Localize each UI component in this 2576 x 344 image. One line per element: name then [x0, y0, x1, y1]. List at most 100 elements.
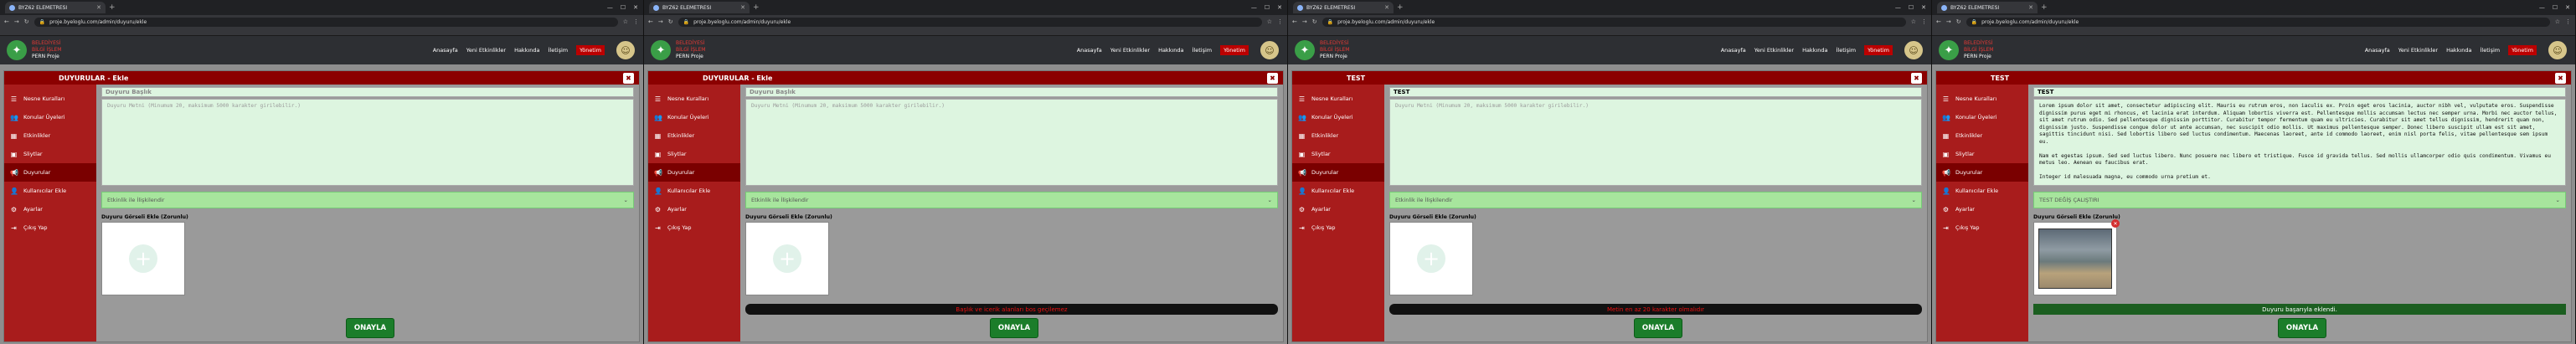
- new-tab-icon[interactable]: +: [2041, 3, 2048, 12]
- nav-admin[interactable]: Yönetim: [576, 45, 605, 55]
- confirm-button[interactable]: ONAYLA: [990, 318, 1038, 338]
- star-icon[interactable]: ☆: [2555, 18, 2560, 25]
- address-bar[interactable]: 🔒 proje.byeloglu.com/admin/duyuru/ekle: [1965, 17, 2550, 27]
- close-icon[interactable]: ✖: [1911, 72, 1922, 84]
- new-tab-icon[interactable]: +: [1397, 3, 1404, 12]
- nav-admin[interactable]: Yönetim: [2508, 45, 2537, 55]
- avatar[interactable]: ☺: [1903, 39, 1924, 61]
- logo-icon[interactable]: ✦: [1939, 40, 1959, 60]
- image-upload[interactable]: +: [101, 222, 185, 295]
- sidebar-item-rules[interactable]: ☰ Nesne Kuralları: [4, 90, 96, 108]
- menu-icon[interactable]: ⋮: [633, 18, 639, 25]
- nav-about[interactable]: Hakkında: [514, 47, 539, 54]
- back-icon[interactable]: ←: [4, 18, 9, 25]
- nav-home[interactable]: Anasayfa: [1077, 47, 1102, 54]
- logo-icon[interactable]: ✦: [1295, 40, 1315, 60]
- nav-events[interactable]: Yeni Etkinlikler: [1110, 47, 1150, 54]
- new-tab-icon[interactable]: +: [109, 3, 116, 12]
- title-input[interactable]: Duyuru Başlık: [745, 87, 1278, 97]
- sidebar-item-settings[interactable]: ⚙ Ayarlar: [1292, 200, 1384, 218]
- confirm-button[interactable]: ONAYLA: [2278, 318, 2326, 338]
- sidebar-item-logout[interactable]: ⇥ Çıkış Yap: [648, 218, 740, 237]
- browser-tab[interactable]: BYZ62 ELEMETRESI ✕: [1937, 2, 2038, 13]
- image-upload[interactable]: ✕: [2033, 219, 2120, 295]
- close-window-icon[interactable]: ✕: [1921, 4, 1926, 11]
- logo-icon[interactable]: ✦: [7, 40, 27, 60]
- nav-events[interactable]: Yeni Etkinlikler: [2398, 47, 2438, 54]
- browser-tab[interactable]: BYZ62 ELEMETRESI ✕: [1293, 2, 1394, 13]
- sidebar-item-announcements[interactable]: 📢 Duyurular: [1936, 163, 2028, 182]
- sidebar-item-events[interactable]: ▦ Etkinlikler: [648, 126, 740, 145]
- sidebar-item-add-user[interactable]: 👤 Kullanıcılar Ekle: [1936, 182, 2028, 200]
- new-tab-icon[interactable]: +: [753, 3, 760, 12]
- reload-icon[interactable]: ↻: [1312, 18, 1317, 25]
- forward-icon[interactable]: →: [658, 18, 663, 25]
- nav-contact[interactable]: İletişim: [2481, 47, 2501, 54]
- nav-events[interactable]: Yeni Etkinlikler: [466, 47, 506, 54]
- nav-home[interactable]: Anasayfa: [2365, 47, 2390, 54]
- avatar[interactable]: ☺: [615, 39, 636, 61]
- event-select[interactable]: Etkinlik ile İlişkilendir ⌄: [101, 192, 634, 208]
- close-window-icon[interactable]: ✕: [633, 4, 638, 11]
- nav-events[interactable]: Yeni Etkinlikler: [1754, 47, 1794, 54]
- sidebar-item-members[interactable]: 👥 Konular Üyeleri: [648, 108, 740, 126]
- sidebar-item-members[interactable]: 👥 Konular Üyeleri: [1936, 108, 2028, 126]
- nav-home[interactable]: Anasayfa: [433, 47, 458, 54]
- text-input[interactable]: Lorem ipsum dolor sit amet, consectetur …: [2033, 99, 2566, 186]
- nav-about[interactable]: Hakkında: [1158, 47, 1183, 54]
- sidebar-item-rules[interactable]: ☰ Nesne Kuralları: [1292, 90, 1384, 108]
- sidebar-item-add-user[interactable]: 👤 Kullanıcılar Ekle: [648, 182, 740, 200]
- star-icon[interactable]: ☆: [1267, 18, 1272, 25]
- sidebar-item-settings[interactable]: ⚙ Ayarlar: [648, 200, 740, 218]
- avatar[interactable]: ☺: [2547, 39, 2568, 61]
- sidebar-item-announcements[interactable]: 📢 Duyurular: [1292, 163, 1384, 182]
- sidebar-item-events[interactable]: ▦ Etkinlikler: [4, 126, 96, 145]
- maximize-icon[interactable]: ☐: [2553, 4, 2558, 11]
- title-input[interactable]: TEST: [1389, 87, 1922, 97]
- reload-icon[interactable]: ↻: [24, 18, 29, 25]
- forward-icon[interactable]: →: [14, 18, 19, 25]
- title-input[interactable]: TEST: [2033, 87, 2566, 97]
- close-tab-icon[interactable]: ✕: [1384, 4, 1389, 11]
- forward-icon[interactable]: →: [1946, 18, 1951, 25]
- star-icon[interactable]: ☆: [623, 18, 628, 25]
- image-upload[interactable]: +: [745, 222, 829, 295]
- nav-admin[interactable]: Yönetim: [1220, 45, 1249, 55]
- back-icon[interactable]: ←: [1292, 18, 1297, 25]
- confirm-button[interactable]: ONAYLA: [346, 318, 394, 338]
- back-icon[interactable]: ←: [1936, 18, 1941, 25]
- sidebar-item-events[interactable]: ▦ Etkinlikler: [1292, 126, 1384, 145]
- sidebar-item-members[interactable]: 👥 Konular Üyeleri: [4, 108, 96, 126]
- title-input[interactable]: Duyuru Başlık: [101, 87, 634, 97]
- event-select[interactable]: Etkinlik ile İlişkilendir ⌄: [745, 192, 1278, 208]
- maximize-icon[interactable]: ☐: [1265, 4, 1270, 11]
- sidebar-item-settings[interactable]: ⚙ Ayarlar: [4, 200, 96, 218]
- sidebar-item-events[interactable]: ▦ Etkinlikler: [1936, 126, 2028, 145]
- star-icon[interactable]: ☆: [1911, 18, 1916, 25]
- sidebar-item-slides[interactable]: ▣ Sliytlar: [4, 145, 96, 163]
- nav-about[interactable]: Hakkında: [1802, 47, 1827, 54]
- minimize-icon[interactable]: —: [1251, 4, 1257, 11]
- reload-icon[interactable]: ↻: [668, 18, 673, 25]
- close-icon[interactable]: ✖: [623, 72, 634, 84]
- menu-icon[interactable]: ⋮: [1921, 18, 1927, 25]
- remove-image-icon[interactable]: ✕: [2111, 219, 2120, 228]
- nav-admin[interactable]: Yönetim: [1864, 45, 1893, 55]
- nav-contact[interactable]: İletişim: [549, 47, 569, 54]
- address-bar[interactable]: 🔒 proje.byeloglu.com/admin/duyuru/ekle: [1321, 17, 1906, 27]
- sidebar-item-slides[interactable]: ▣ Sliytlar: [1936, 145, 2028, 163]
- nav-home[interactable]: Anasayfa: [1721, 47, 1746, 54]
- maximize-icon[interactable]: ☐: [1909, 4, 1914, 11]
- confirm-button[interactable]: ONAYLA: [1634, 318, 1682, 338]
- sidebar-item-slides[interactable]: ▣ Sliytlar: [648, 145, 740, 163]
- sidebar-item-logout[interactable]: ⇥ Çıkış Yap: [4, 218, 96, 237]
- close-tab-icon[interactable]: ✕: [2028, 4, 2033, 11]
- sidebar-item-announcements[interactable]: 📢 Duyurular: [648, 163, 740, 182]
- sidebar-item-add-user[interactable]: 👤 Kullanıcılar Ekle: [1292, 182, 1384, 200]
- text-input[interactable]: Duyuru Metni (Minumum 20, maksimum 5000 …: [1389, 99, 1922, 186]
- close-icon[interactable]: ✖: [1267, 72, 1278, 84]
- menu-icon[interactable]: ⋮: [2565, 18, 2571, 25]
- image-upload[interactable]: +: [1389, 222, 1473, 295]
- close-tab-icon[interactable]: ✕: [740, 4, 745, 11]
- browser-tab[interactable]: BYZ62 ELEMETRESI ✕: [649, 2, 750, 13]
